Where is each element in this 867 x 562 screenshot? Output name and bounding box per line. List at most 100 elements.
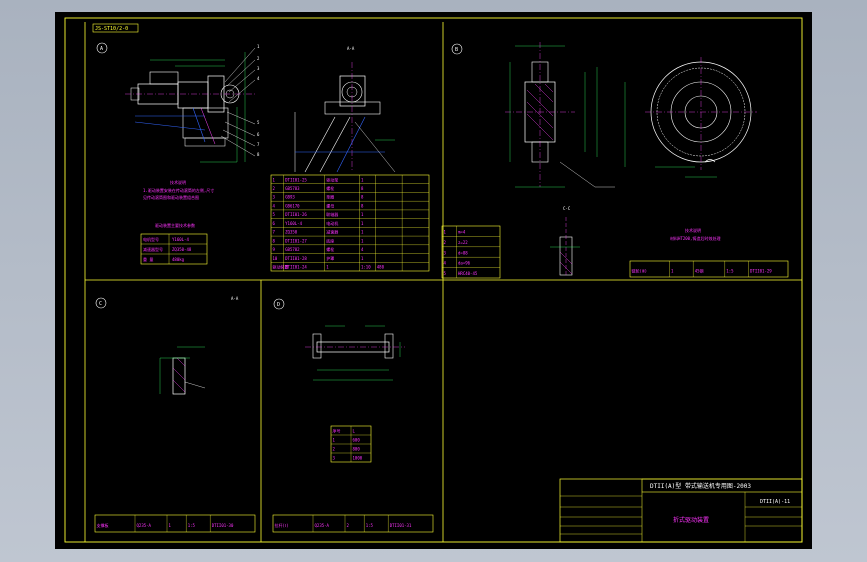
svg-text:4: 4 [257,76,260,81]
table-d-cell: 1000 [353,455,363,460]
svg-text:C: C [99,301,102,307]
drawing-canvas[interactable]: JS-ST10/2-0 A B C D 1 2 3 4 5 6 7 8 A-A … [55,12,812,549]
bom-a-cell: 垫圈 [326,194,334,200]
bom-b-cell: HRC40-45 [458,271,478,276]
table-d-cell: 3 [333,455,336,460]
bom-table-a: 1 DTII01-25 驱动架 1 2 GB5783 螺栓 8 3 GB93 垫圈 8 4 GB6170 螺… [270,174,430,272]
bom-a-cell: 9 [273,247,276,252]
svg-text:技术说明: 技术说明 [170,179,186,185]
svg-text:D: D [277,302,280,308]
bom-a-cell: 1 [361,230,364,235]
view-b-tooth-detail: C-C [550,206,580,277]
title-d-cell: 2 [347,523,350,528]
section-label-a: A [96,42,108,54]
bom-a-cell: GB6170 [285,203,300,208]
svg-text:8: 8 [257,152,260,157]
svg-text:1: 1 [257,44,260,49]
bom-a-cell: 1 [273,177,276,182]
svg-text:B: B [455,47,458,53]
bom-a-cell: 8 [361,186,364,191]
bom-a-cell: DTII01-24 [285,265,307,270]
table-d-cell: 800 [353,446,361,451]
svg-text:7: 7 [257,142,260,147]
svg-text:减速器型号: 减速器型号 [143,246,163,252]
view-c-plate: A-A [159,296,239,395]
bom-a-cell: 7 [273,230,276,235]
title-c-cell: 1 [169,523,172,528]
bom-a-cell: 螺栓 [326,246,334,252]
title-b-cell: 1 [671,269,674,274]
title-b-cell: DTII01-29 [750,269,772,274]
bom-b-cell: 3 [444,250,447,255]
bom-a-cell: 480 [377,265,385,270]
drawing-svg: JS-ST10/2-0 A B C D 123 456 78 A-A 技术说明 … [64,17,803,543]
title-d-cell: DTII01-31 [390,523,412,528]
bom-a-cell: 10 [273,256,278,261]
svg-text:见传动滚筒图和驱动装置组合图: 见传动滚筒图和驱动装置组合图 [143,194,199,200]
bom-table-b: 1 m=4 2 z=22 3 d=88 4 da=96 5 HRC40-45 [441,225,501,279]
bom-b-cell: 4 [444,261,447,266]
title-c-cell: 1:5 [188,523,196,528]
section-label-b: B [451,43,463,55]
bom-a-cell: 底座 [326,237,334,243]
bom-b-cell: da=96 [458,261,471,266]
tech-notes-a: 技术说明 1.驱动装置安装在传动滚筒的左侧,尺寸 见传动滚筒图和驱动装置组合图 … [143,179,214,228]
bom-b-cell: 2 [444,240,447,245]
svg-text:A: A [100,46,103,52]
table-d-cell: 序号 [333,427,341,433]
title-d-cell: 拉杆(Ⅰ) [275,522,289,528]
bom-b-cell: 5 [444,271,447,276]
bom-b-cell: z=22 [458,240,468,245]
view-b-sprocket-front [624,57,757,178]
svg-text:480kg: 480kg [172,257,185,262]
svg-text:3: 3 [257,66,260,71]
bom-a-cell: Y160L-4 [285,221,302,226]
bom-a-cell: GB5783 [285,186,300,191]
title-b-cell: 1:5 [726,269,734,274]
svg-text:A-A: A-A [231,296,239,301]
part-name: 折式驱动装置 [673,516,709,524]
svg-text:ZQ350-48: ZQ350-48 [172,247,192,252]
main-title-block: DTII(A)型 带式输送机专用图-2003 DTII(A)-11 折式驱动装置 [559,478,803,543]
bom-a-cell: GB93 [285,195,295,200]
svg-text:A-A: A-A [347,46,355,51]
svg-text:驱动装置主要技术参数: 驱动装置主要技术参数 [155,222,195,228]
table-d-cell: 2 [333,446,336,451]
svg-text:电机型号: 电机型号 [143,236,159,242]
bom-a-cell: 5 [273,212,276,217]
title-c-cell: Q235-A [137,523,152,528]
bom-a-cell: 1 [361,177,364,182]
bom-a-cell: 1:10 [361,265,371,270]
svg-text:C-C: C-C [563,206,571,211]
view-a-drive-assembly: 1 2 3 4 5 6 7 8 [125,44,260,163]
table-d: 序号 L 1 600 2 800 3 1000 [330,425,372,463]
tag-text: JS-ST10/2-0 [95,26,128,32]
bom-b-cell: m=4 [458,229,466,234]
title-c-cell: 支撑板 [97,522,109,528]
drawing-title: DTII(A)型 带式输送机专用图-2003 [650,482,751,490]
title-d-cell: 1:5 [366,523,374,528]
view-d-tie-rod [305,325,405,381]
cad-viewport: JS-ST10/2-0 A B C D 1 2 3 4 5 6 7 8 A-A … [0,0,867,562]
view-a-section: A-A [294,46,396,173]
section-label-d: D [273,298,285,310]
bom-a-cell: 8 [361,203,364,208]
table-d-cell: L [353,428,356,433]
bom-a-cell: DTII01-26 [285,212,307,217]
bom-a-cell: 减速器 [326,229,338,235]
title-strip-b: 链轮(Ⅲ) 1 45钢 1:5 DTII01-29 [629,260,789,278]
title-strip-c: 支撑板 Q235-A 1 1:5 DTII01-30 [94,514,256,533]
table-d-cell: 1 [333,437,336,442]
bom-a-cell: 护罩 [326,255,334,261]
bom-a-cell: 1 [361,212,364,217]
bom-b-cell: d=88 [458,250,468,255]
bom-a-cell: 电动机 [326,220,338,226]
bom-a-cell: ZQ350 [285,230,298,235]
svg-text:材料HT200,铸造后时效处理: 材料HT200,铸造后时效处理 [670,235,720,241]
title-strip-d: 拉杆(Ⅰ) Q235-A 2 1:5 DTII01-31 [272,514,434,533]
bom-a-cell: 4 [273,203,276,208]
bom-a-cell: 3 [273,195,276,200]
view-b-sprocket-section [505,42,615,188]
bom-a-cell: 螺栓 [326,185,334,191]
bom-a-cell: DTII01-27 [285,238,307,243]
